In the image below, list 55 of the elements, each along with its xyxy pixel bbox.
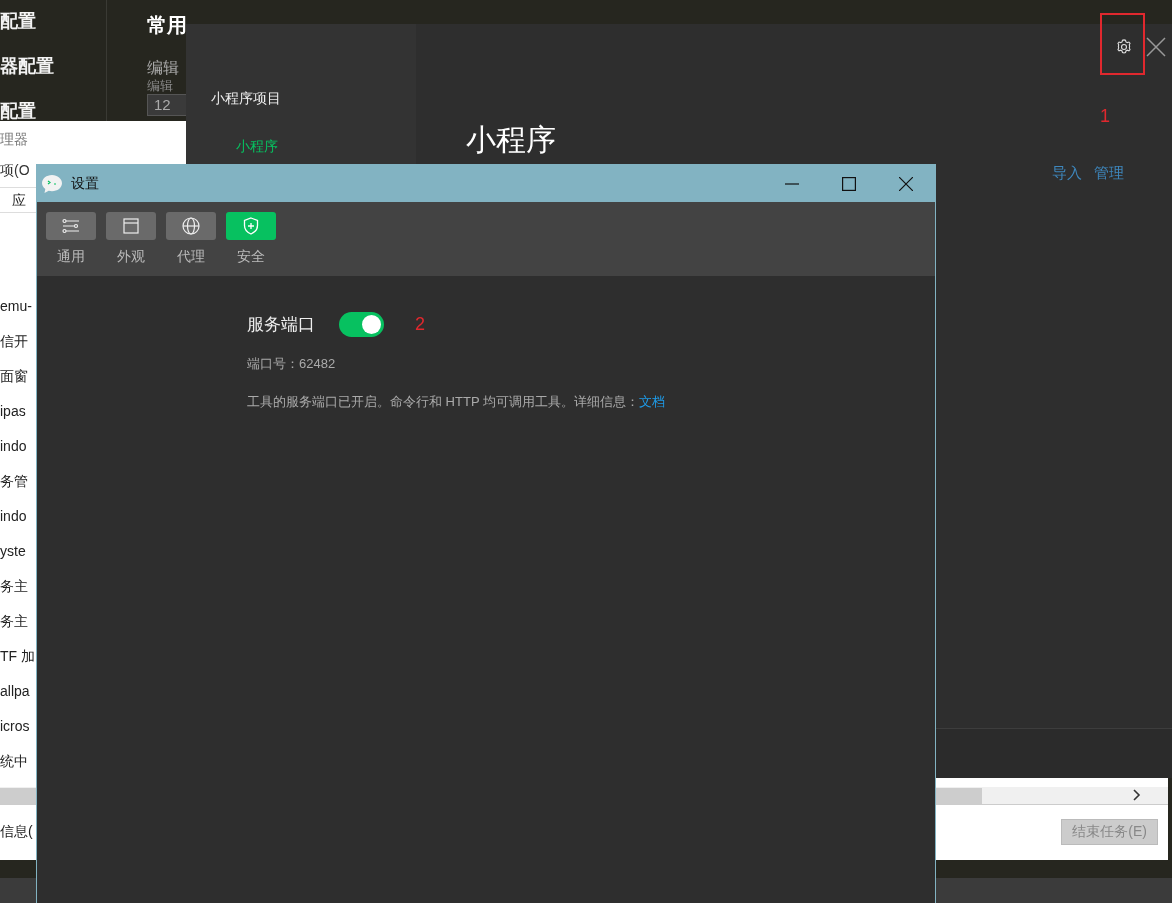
process-name[interactable]: emu- bbox=[0, 297, 32, 332]
tab-label: 通用 bbox=[57, 247, 85, 265]
tab-button[interactable] bbox=[106, 212, 156, 240]
sidebar-item[interactable]: 配置 bbox=[0, 99, 36, 123]
process-name[interactable]: 务主 bbox=[0, 577, 28, 612]
process-name[interactable]: allpa bbox=[0, 682, 30, 717]
process-name[interactable]: 统中 bbox=[0, 752, 28, 787]
section-heading: 常用 bbox=[147, 13, 187, 38]
settings-icon[interactable] bbox=[1115, 38, 1133, 56]
tab-button[interactable] bbox=[46, 212, 96, 240]
description-text: 工具的服务端口已开启。命令行和 HTTP 均可调用工具。详细信息：文档 bbox=[247, 393, 665, 411]
window-title: 理器 bbox=[0, 130, 28, 148]
action-link[interactable]: 导入 bbox=[1052, 164, 1082, 183]
nav-section-title: 小程序项目 bbox=[211, 89, 281, 107]
annotation-number: 2 bbox=[415, 314, 425, 335]
maximize-icon[interactable] bbox=[842, 176, 856, 191]
sidebar-item[interactable]: 器配置 bbox=[0, 54, 54, 78]
globe-icon bbox=[182, 217, 200, 235]
tab-button[interactable] bbox=[166, 212, 216, 240]
tab-label: 代理 bbox=[177, 247, 205, 265]
process-name[interactable]: 面窗 bbox=[0, 367, 28, 402]
menu-item[interactable]: 项(O bbox=[0, 161, 30, 179]
port-number-text: 端口号：62482 bbox=[247, 355, 336, 373]
tab-label: 外观 bbox=[117, 247, 145, 265]
field-label: 编辑 bbox=[147, 58, 179, 78]
action-link[interactable]: 管理 bbox=[1094, 164, 1124, 183]
chat-bubble-icon bbox=[41, 173, 63, 194]
number-field[interactable]: 12 bbox=[147, 94, 187, 116]
process-name[interactable]: 务管 bbox=[0, 472, 28, 507]
highlight-frame bbox=[1100, 13, 1145, 75]
setting-label: 服务端口 bbox=[247, 314, 315, 336]
shield-icon bbox=[243, 217, 259, 235]
process-name[interactable]: yste bbox=[0, 542, 26, 577]
sliders-icon bbox=[62, 218, 80, 234]
close-icon[interactable] bbox=[899, 176, 913, 191]
process-name[interactable]: 信开 bbox=[0, 332, 28, 367]
page-title: 小程序 bbox=[466, 123, 556, 156]
chevron-right-icon[interactable] bbox=[1133, 789, 1141, 802]
details-link[interactable]: 信息( bbox=[0, 823, 33, 842]
field-hint: 编辑 bbox=[147, 78, 173, 94]
annotation-number: 1 bbox=[1100, 106, 1110, 127]
process-name[interactable]: icros bbox=[0, 717, 30, 752]
process-name[interactable]: indo bbox=[0, 437, 27, 472]
docs-link[interactable]: 文档 bbox=[638, 394, 665, 409]
tab-label: 安全 bbox=[237, 247, 265, 265]
process-name[interactable]: 务主 bbox=[0, 612, 28, 647]
nav-item[interactable]: 小程序 bbox=[211, 137, 278, 155]
sidebar-item[interactable]: 配置 bbox=[0, 9, 36, 33]
process-name[interactable]: indo bbox=[0, 507, 27, 542]
toggle-switch[interactable] bbox=[339, 312, 384, 337]
process-name[interactable]: ipas bbox=[0, 402, 26, 437]
close-icon[interactable] bbox=[1146, 37, 1166, 57]
window-icon bbox=[123, 218, 139, 234]
window-title: 设置 bbox=[71, 174, 99, 193]
process-name[interactable]: TF 加 bbox=[0, 647, 35, 682]
